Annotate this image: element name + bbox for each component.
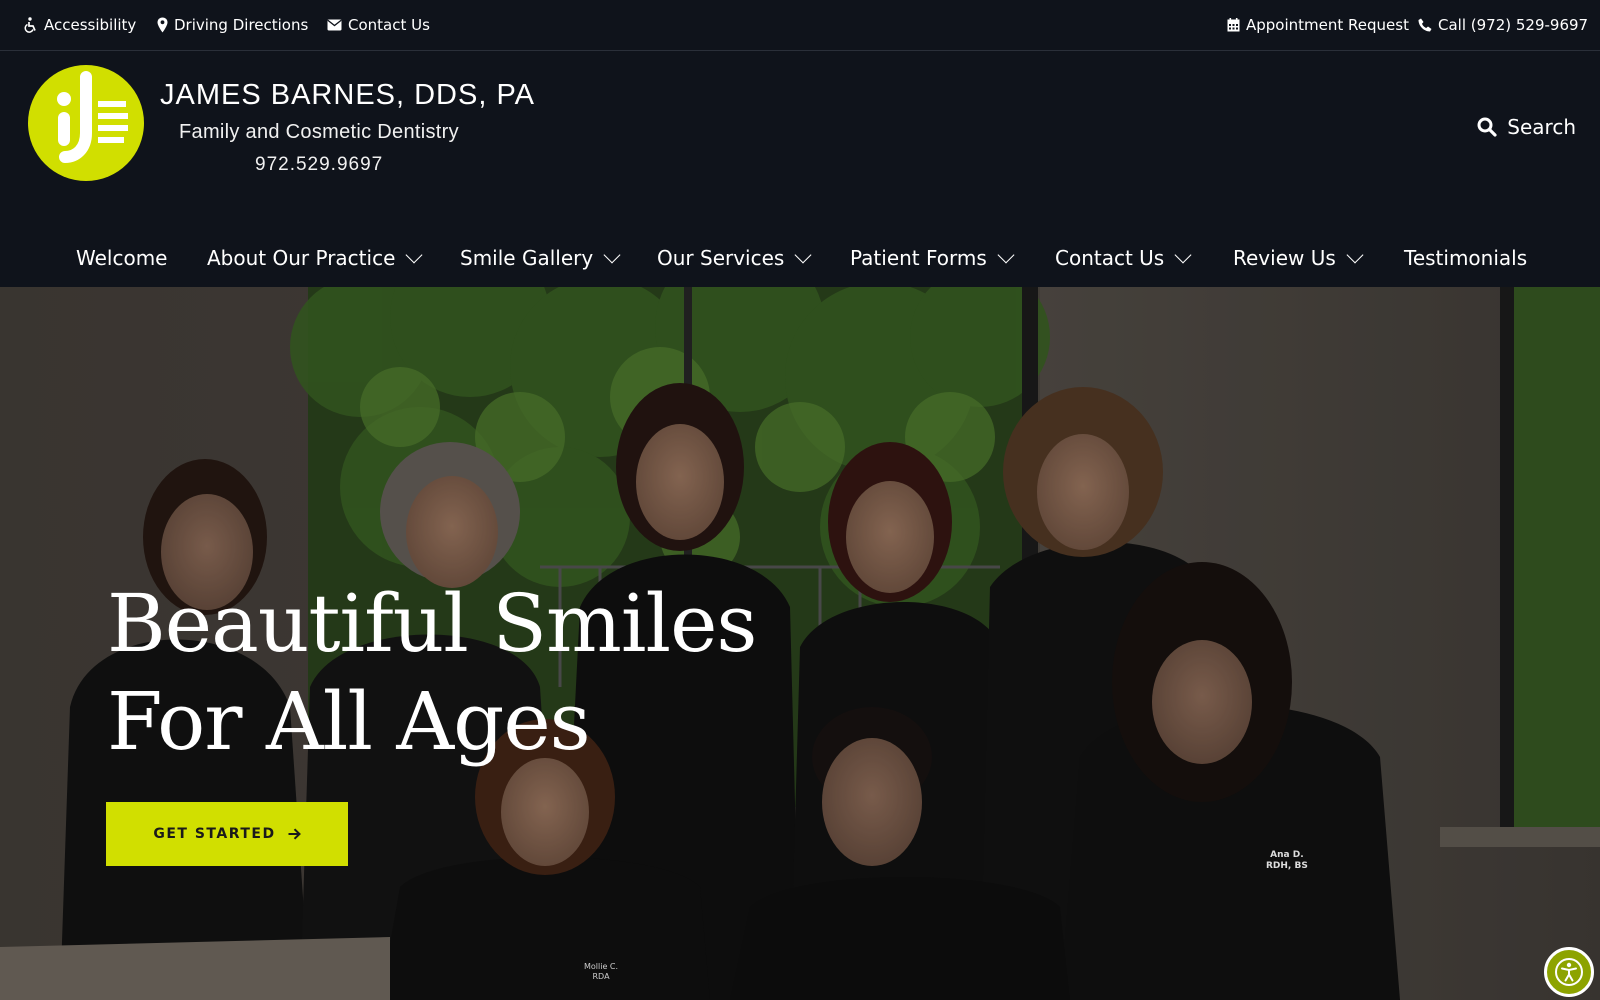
brand-name: JAMES BARNES, DDS, PA (160, 79, 535, 111)
name-tag-credential: RDA (592, 972, 610, 981)
nav-contact-us[interactable]: Contact Us (1055, 230, 1192, 286)
hero-title-line-1: Beautiful Smiles (107, 577, 757, 670)
get-started-label: GET STARTED (153, 826, 276, 842)
accessibility-widget-button[interactable] (1544, 947, 1594, 997)
get-started-button[interactable]: GET STARTED (106, 802, 348, 866)
brand-tagline: Family and Cosmetic Dentistry (179, 121, 459, 143)
utility-bar: Accessibility Driving Directions Contact… (0, 0, 1600, 51)
nav-our-services[interactable]: Our Services (657, 230, 812, 286)
nav-welcome[interactable]: Welcome (76, 230, 167, 286)
chevron-down-icon (997, 246, 1015, 264)
phone-icon (1418, 18, 1432, 32)
hero-title: Beautiful Smiles For All Ages (107, 575, 757, 771)
chevron-down-icon (603, 246, 621, 264)
name-tag-credential: RDH, BS (1266, 861, 1308, 871)
name-tag-ana: Ana D. RDH, BS (1266, 850, 1308, 872)
chevron-down-icon (1346, 246, 1364, 264)
envelope-icon (327, 19, 342, 31)
wheelchair-icon (24, 17, 36, 33)
nav-label: Testimonials (1404, 246, 1528, 270)
appointment-request-label: Appointment Request (1246, 16, 1409, 34)
nav-label: Welcome (76, 246, 168, 270)
main-nav: Welcome About Our Practice Smile Gallery… (0, 230, 1600, 286)
map-marker-icon (157, 17, 168, 33)
name-tag-name: Ana D. (1270, 850, 1304, 860)
name-tag-mollie: Mollie C. RDA (584, 962, 618, 982)
chevron-down-icon (794, 246, 812, 264)
logo[interactable] (28, 65, 144, 181)
chevron-down-icon (405, 246, 423, 264)
accessibility-label: Accessibility (44, 16, 137, 34)
contact-us-label: Contact Us (348, 16, 430, 34)
arrow-right-icon (288, 828, 301, 840)
driving-directions-link[interactable]: Driving Directions (157, 16, 308, 34)
nav-about-our-practice[interactable]: About Our Practice (207, 230, 423, 286)
appointment-request-link[interactable]: Appointment Request (1227, 16, 1409, 34)
nav-label: About Our Practice (207, 246, 396, 270)
logo-mark-icon (57, 71, 128, 163)
hero-section: Ana D. RDH, BS Mollie C. RDA Beautiful S… (0, 287, 1600, 1000)
name-tag-name: Mollie C. (584, 962, 619, 971)
nav-review-us[interactable]: Review Us (1233, 230, 1364, 286)
driving-directions-label: Driving Directions (174, 16, 309, 34)
search-icon (1477, 117, 1497, 137)
search-label: Search (1507, 115, 1576, 139)
nav-label: Contact Us (1055, 246, 1165, 270)
nav-patient-forms[interactable]: Patient Forms (850, 230, 1015, 286)
calendar-icon (1227, 18, 1240, 32)
search-button[interactable]: Search (1477, 115, 1576, 139)
nav-smile-gallery[interactable]: Smile Gallery (460, 230, 621, 286)
call-link[interactable]: Call (972) 529-9697 (1418, 16, 1588, 34)
contact-us-link[interactable]: Contact Us (327, 16, 430, 34)
hero-title-line-2: For All Ages (107, 675, 591, 768)
accessibility-link[interactable]: Accessibility (24, 16, 136, 34)
nav-label: Smile Gallery (460, 246, 594, 270)
nav-label: Our Services (657, 246, 785, 270)
chevron-down-icon (1174, 246, 1192, 264)
call-label: Call (972) 529-9697 (1438, 16, 1589, 34)
nav-label: Review Us (1233, 246, 1336, 270)
brand-phone[interactable]: 972.529.9697 (255, 154, 383, 176)
accessibility-widget-icon (1555, 958, 1583, 986)
nav-testimonials[interactable]: Testimonials (1404, 230, 1527, 286)
nav-label: Patient Forms (850, 246, 987, 270)
